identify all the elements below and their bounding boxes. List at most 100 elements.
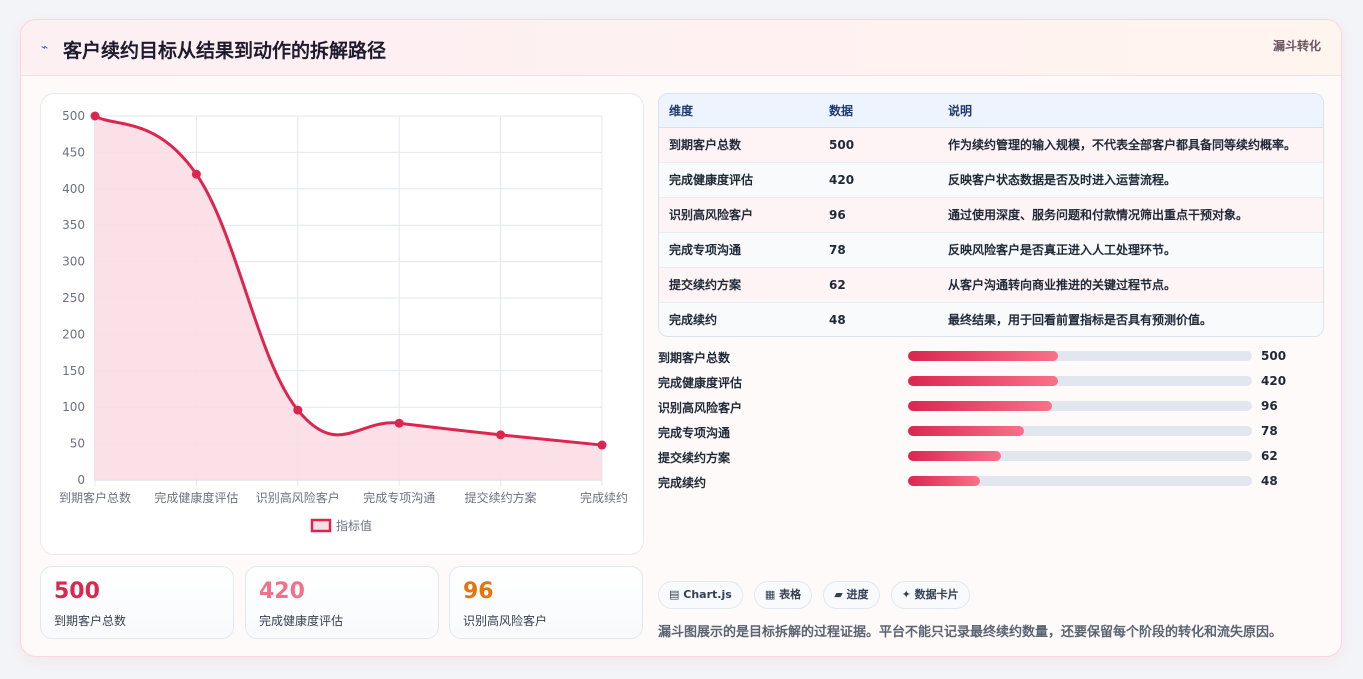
y-tick-label: 450 bbox=[62, 145, 85, 159]
chart-svg: 0 50 100 150 200 250 300 350 400 450 500 到期客户总数 完成健康… bbox=[59, 109, 628, 533]
progress-label: 识别高风险客户 bbox=[658, 401, 743, 415]
progress-icon: ▰ bbox=[834, 588, 843, 601]
legend-label: 指标值 bbox=[336, 518, 372, 533]
chip-table[interactable]: ▦ 表格 bbox=[753, 581, 813, 609]
column-header: 维度 bbox=[659, 94, 819, 128]
spark-icon: ⌁ bbox=[41, 40, 49, 54]
progress-fill bbox=[908, 451, 1001, 461]
y-tick-label: 50 bbox=[70, 437, 85, 451]
stat-value: 500 bbox=[54, 579, 100, 604]
progress-fill bbox=[908, 426, 1025, 436]
stat-value: 420 bbox=[259, 579, 305, 604]
card-header: ⌁ 客户续约目标从结果到动作的拆解路径 漏斗转化 bbox=[21, 20, 1341, 76]
progress-row: 完成续约 48 bbox=[658, 471, 1328, 496]
column-header: 说明 bbox=[938, 94, 1323, 128]
progress-label: 提交续约方案 bbox=[658, 451, 731, 465]
y-tick-label: 300 bbox=[62, 255, 85, 269]
progress-fill bbox=[908, 376, 1058, 386]
chart-icon: ▤ bbox=[669, 588, 680, 601]
chip-chartjs[interactable]: ▤ Chart.js bbox=[658, 581, 743, 609]
progress-fill bbox=[908, 351, 1058, 361]
progress-value: 420 bbox=[1261, 374, 1287, 388]
chip-progress[interactable]: ▰ 进度 bbox=[823, 581, 880, 609]
table-row: 到期客户总数 500 作为续约管理的输入规模，不代表全部客户都具备同等续约概率。 bbox=[659, 127, 1323, 163]
progress-label: 完成健康度评估 bbox=[658, 376, 743, 390]
progress-value: 500 bbox=[1261, 349, 1287, 363]
category-tag: 漏斗转化 bbox=[1272, 39, 1321, 53]
y-tick-label: 150 bbox=[62, 364, 85, 378]
chip-label: Chart.js bbox=[683, 588, 732, 601]
x-tick-label: 完成专项沟通 bbox=[363, 490, 435, 505]
data-point bbox=[293, 405, 303, 415]
chip-data-card[interactable]: ✦ 数据卡片 bbox=[890, 581, 970, 609]
y-tick-label: 100 bbox=[62, 400, 85, 414]
chip-label: 数据卡片 bbox=[914, 588, 959, 601]
footer-note: 漏斗图展示的是目标拆解的过程证据。平台不能只记录最终续约数量，还要保留每个阶段的… bbox=[658, 625, 1283, 640]
chip-label: 进度 bbox=[846, 588, 869, 601]
stat-value: 96 bbox=[463, 579, 494, 604]
data-table: 维度 数据 说明 到期客户总数 500 作为续约管理的输入规模，不代表全部客户都… bbox=[658, 93, 1324, 337]
column-header: 数据 bbox=[819, 94, 938, 128]
data-point bbox=[597, 440, 607, 450]
data-point bbox=[394, 418, 404, 428]
stat-card: 500 到期客户总数 bbox=[40, 566, 234, 639]
data-point bbox=[496, 430, 506, 440]
table-cell: 78 bbox=[819, 232, 938, 268]
x-tick-label: 到期客户总数 bbox=[59, 490, 131, 505]
table-row: 识别高风险客户 96 通过使用深度、服务问题和付款情况筛出重点干预对象。 bbox=[659, 197, 1323, 233]
progress-fill bbox=[908, 476, 980, 486]
progress-value: 96 bbox=[1261, 399, 1278, 413]
x-tick-label: 完成健康度评估 bbox=[154, 490, 238, 505]
progress-row: 完成健康度评估 420 bbox=[658, 371, 1328, 396]
table-cell: 识别高风险客户 bbox=[659, 197, 819, 233]
x-tick-label: 识别高风险客户 bbox=[256, 490, 340, 505]
progress-track bbox=[908, 401, 1252, 411]
table-cell: 到期客户总数 bbox=[659, 127, 819, 163]
progress-row: 完成专项沟通 78 bbox=[658, 421, 1328, 446]
table-cell: 通过使用深度、服务问题和付款情况筛出重点干预对象。 bbox=[938, 197, 1323, 233]
progress-fill bbox=[908, 401, 1052, 411]
x-tick-label: 提交续约方案 bbox=[465, 490, 537, 505]
x-tick-label: 完成续约 bbox=[580, 490, 628, 505]
table-cell: 反映客户状态数据是否及时进入运营流程。 bbox=[938, 162, 1323, 198]
table-icon: ▦ bbox=[764, 588, 776, 601]
y-tick-label: 200 bbox=[62, 327, 85, 341]
progress-track bbox=[908, 476, 1252, 486]
y-tick-label: 250 bbox=[62, 291, 85, 305]
table-row: 提交续约方案 62 从客户沟通转向商业推进的关键过程节点。 bbox=[659, 267, 1323, 303]
dashboard-card: ⌁ 客户续约目标从结果到动作的拆解路径 漏斗转化 0 50 100 150 200 250… bbox=[20, 19, 1342, 657]
y-tick-label: 350 bbox=[62, 218, 85, 232]
progress-label: 完成专项沟通 bbox=[658, 426, 731, 440]
table-cell: 完成健康度评估 bbox=[659, 162, 819, 198]
progress-value: 78 bbox=[1261, 424, 1278, 438]
stat-card: 96 识别高风险客户 bbox=[449, 566, 643, 639]
table-cell: 完成专项沟通 bbox=[659, 232, 819, 268]
progress-track bbox=[908, 376, 1252, 386]
data-point bbox=[191, 169, 201, 179]
progress-row: 提交续约方案 62 bbox=[658, 446, 1328, 471]
table-cell: 96 bbox=[819, 197, 938, 233]
stat-label: 到期客户总数 bbox=[54, 614, 127, 628]
table-row: 完成续约 48 最终结果，用于回看前置指标是否具有预测价值。 bbox=[659, 302, 1323, 336]
table-cell: 500 bbox=[819, 127, 938, 163]
y-tick-label: 0 bbox=[77, 473, 85, 487]
table-cell: 从客户沟通转向商业推进的关键过程节点。 bbox=[938, 267, 1323, 303]
table-cell: 作为续约管理的输入规模，不代表全部客户都具备同等续约概率。 bbox=[938, 127, 1323, 163]
progress-value: 62 bbox=[1261, 449, 1278, 463]
chip-label: 表格 bbox=[779, 588, 802, 601]
table-cell: 反映风险客户是否真正进入人工处理环节。 bbox=[938, 232, 1323, 268]
progress-label: 到期客户总数 bbox=[658, 351, 731, 365]
table-cell: 完成续约 bbox=[659, 302, 819, 336]
table-cell: 48 bbox=[819, 302, 938, 336]
page-title: 客户续约目标从结果到动作的拆解路径 bbox=[63, 40, 387, 62]
legend-swatch bbox=[310, 518, 332, 533]
progress-row: 到期客户总数 500 bbox=[658, 346, 1328, 371]
stat-card: 420 完成健康度评估 bbox=[245, 566, 439, 639]
data-point bbox=[90, 111, 100, 121]
y-tick-label: 400 bbox=[62, 182, 85, 196]
progress-label: 完成续约 bbox=[658, 476, 707, 490]
table-header-row: 维度 数据 说明 bbox=[659, 94, 1323, 128]
stat-label: 完成健康度评估 bbox=[259, 614, 344, 628]
tech-chips: ▤ Chart.js ▦ 表格 ▰ 进度 ✦ 数据卡片 bbox=[658, 581, 976, 609]
table-cell: 62 bbox=[819, 267, 938, 303]
